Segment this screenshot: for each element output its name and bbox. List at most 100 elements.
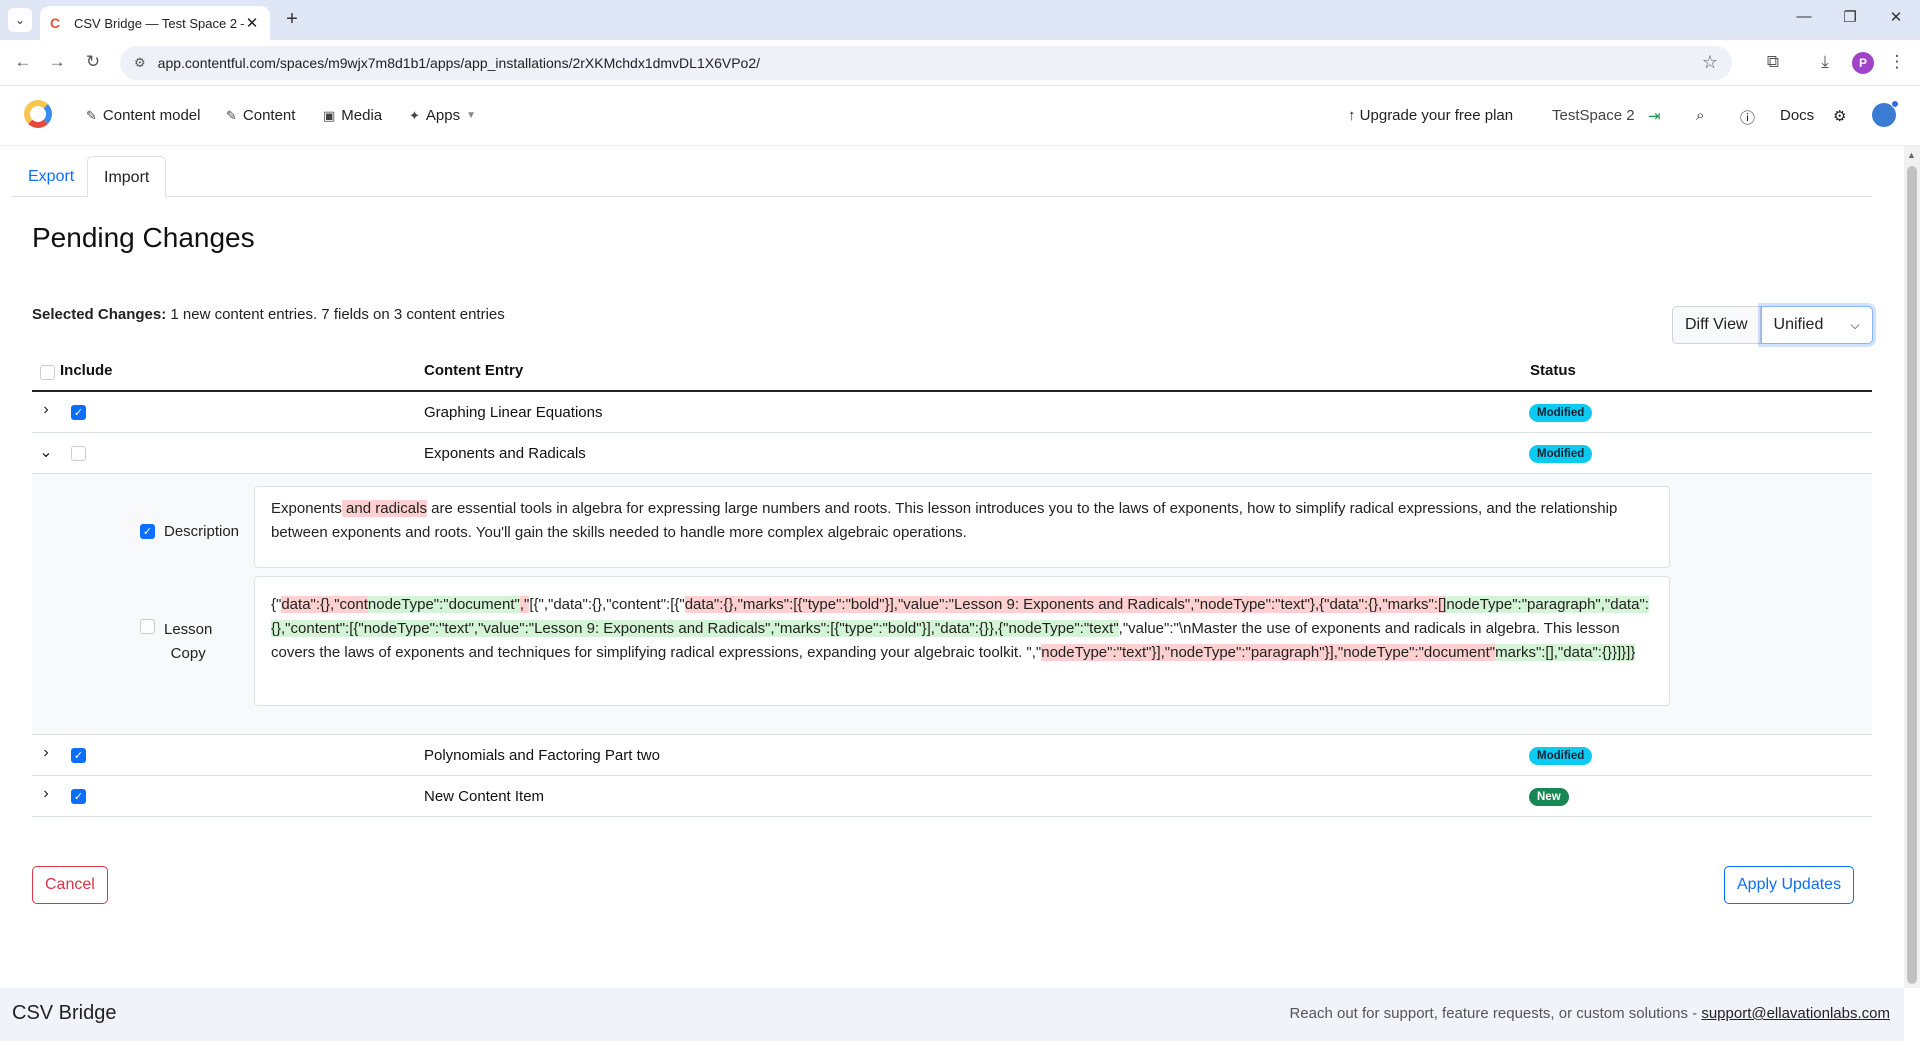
docs-link[interactable]: Docs [1780, 107, 1814, 124]
minimize-icon[interactable]: — [1792, 8, 1816, 25]
lesson-copy-diff: {"data":{},"contnodeType":"document","[{… [254, 576, 1670, 706]
chevron-right-icon[interactable]: › [38, 785, 54, 803]
close-window-icon[interactable]: ✕ [1884, 8, 1908, 26]
diff-unchanged: ","data":{},"content":[{" [538, 596, 685, 613]
scrollbar-thumb[interactable] [1907, 166, 1917, 984]
status-badge: Modified [1529, 747, 1593, 765]
environment-icon[interactable]: ⇥ [1648, 107, 1661, 125]
address-bar-row: ← → ↻ ⚙ app.contentful.com/spaces/m9wjx7… [0, 40, 1920, 86]
footer-brand: CSV Bridge [12, 1002, 117, 1024]
description-field-checkbox[interactable]: ✓ [140, 524, 155, 539]
arrow-up-icon: ↑ [1348, 107, 1356, 124]
space-switcher[interactable]: TestSpace 2 [1552, 107, 1635, 124]
description-diff: Exponents and radicals are essential too… [254, 486, 1670, 568]
chevron-right-icon[interactable]: › [38, 401, 54, 419]
app-header: ✎ Content model ✎ Content ▣ Media ✦ Apps… [0, 86, 1920, 146]
apply-updates-button[interactable]: Apply Updates [1724, 866, 1855, 904]
nav-media[interactable]: ▣ Media [323, 107, 382, 124]
browser-tabstrip: ⌄ C CSV Bridge — Test Space 2 — C ✕ + — … [0, 0, 1920, 40]
table-row[interactable]: › ✓ Graphing Linear Equations Modified [32, 392, 1872, 433]
help-icon[interactable]: ⓘ [1740, 107, 1755, 128]
diff-added: marks":[],"data":{}}]}]} [1495, 644, 1636, 661]
bookmark-star-icon[interactable]: ☆ [1702, 52, 1718, 73]
diff-removed: nodeType":"text"}],"nodeType":"paragraph… [1041, 644, 1496, 661]
upgrade-link[interactable]: ↑ Upgrade your free plan [1348, 107, 1513, 124]
back-icon[interactable]: ← [12, 52, 34, 72]
nav-content-model[interactable]: ✎ Content model [86, 107, 200, 124]
content-entry-title: Graphing Linear Equations [424, 404, 603, 421]
nav-apps[interactable]: ✦ Apps ▼ [409, 107, 476, 124]
tab-export[interactable]: Export [12, 156, 90, 197]
select-all-checkbox[interactable] [40, 365, 55, 380]
chevron-down-icon[interactable]: ⌄ [38, 442, 54, 462]
diff-removed: ," [519, 596, 530, 613]
diff-removed: data":{},"marks":[{"type":"bold"}],"valu… [684, 596, 1438, 613]
browser-menu-icon[interactable]: ⋮ [1886, 52, 1908, 72]
footer: CSV Bridge Reach out for support, featur… [0, 988, 1904, 1041]
status-badge: New [1529, 788, 1569, 806]
chevron-down-icon: ▼ [466, 110, 477, 121]
diff-added: nodeType":"document" [367, 596, 520, 613]
diff-view-select[interactable]: Unified ⌵ [1760, 306, 1873, 344]
nav-content[interactable]: ✎ Content [226, 107, 295, 124]
status-badge: Modified [1529, 445, 1593, 463]
chevron-right-icon[interactable]: › [38, 744, 54, 762]
header-content-entry: Content Entry [424, 362, 524, 379]
puzzle-icon: ✦ [409, 107, 420, 123]
extensions-icon[interactable]: ⧉ [1762, 52, 1784, 72]
scroll-up-icon[interactable]: ▲ [1907, 150, 1916, 160]
description-field-label: Description [164, 523, 240, 540]
diff-view-label: Diff View [1672, 306, 1761, 344]
diff-removed: and radicals [341, 500, 427, 517]
tab-search-chevron-icon[interactable]: ⌄ [8, 8, 32, 32]
new-tab-icon[interactable]: + [280, 8, 304, 32]
footer-support-text: Reach out for support, feature requests,… [1289, 1005, 1890, 1022]
notification-dot [1891, 100, 1899, 108]
include-checkbox[interactable]: ✓ [71, 789, 86, 804]
forward-icon[interactable]: → [46, 52, 68, 72]
content-entry-title: Polynomials and Factoring Part two [424, 747, 660, 764]
lesson-copy-field-label: Lesson Copy [164, 621, 213, 662]
export-import-tabs: Export Import [12, 156, 1872, 198]
header-status: Status [1530, 362, 1576, 379]
include-checkbox[interactable]: ✓ [71, 405, 86, 420]
profile-avatar[interactable]: P [1852, 52, 1874, 74]
pending-changes-table: Include Content Entry Status › ✓ Graphin… [32, 354, 1872, 817]
content-entry-title: Exponents and Radicals [424, 445, 586, 462]
url-input[interactable]: ⚙ app.contentful.com/spaces/m9wjx7m8d1b1… [120, 46, 1732, 80]
pencil-icon: ✎ [86, 107, 97, 123]
diff-unchanged: Exponents [271, 500, 342, 517]
diff-removed: data":{},"cont [281, 596, 368, 613]
chevron-down-icon: ⌵ [1850, 318, 1860, 332]
lesson-copy-field-checkbox[interactable] [140, 619, 155, 634]
browser-tab[interactable]: C CSV Bridge — Test Space 2 — C ✕ [40, 6, 270, 40]
table-row[interactable]: › ✓ New Content Item New [32, 776, 1872, 817]
include-checkbox[interactable]: ✓ [71, 748, 86, 763]
diff-view-control: Diff View Unified ⌵ [1672, 306, 1873, 344]
support-email-link[interactable]: support@ellavationlabs.com [1701, 1005, 1890, 1022]
table-row[interactable]: › ✓ Polynomials and Factoring Part two M… [32, 735, 1872, 776]
restore-icon[interactable]: ❐ [1838, 8, 1862, 26]
table-header: Include Content Entry Status [32, 354, 1872, 392]
page-title: Pending Changes [32, 222, 255, 253]
search-icon[interactable]: ⌕ [1696, 107, 1704, 124]
contentful-favicon-icon: C [50, 15, 61, 31]
tab-import[interactable]: Import [87, 156, 167, 198]
status-badge: Modified [1529, 404, 1593, 422]
settings-gear-icon[interactable]: ⚙ [1833, 107, 1846, 125]
close-tab-icon[interactable]: ✕ [244, 14, 260, 32]
cancel-button[interactable]: Cancel [32, 866, 108, 904]
diff-unchanged: [{ [529, 596, 539, 613]
contentful-logo-icon[interactable] [24, 100, 52, 128]
reload-icon[interactable]: ↻ [82, 52, 104, 72]
browser-tab-title: CSV Bridge — Test Space 2 — C [74, 15, 244, 31]
download-icon[interactable]: ⤓ [1814, 52, 1836, 72]
include-checkbox[interactable] [71, 446, 86, 461]
url-text: app.contentful.com/spaces/m9wjx7m8d1b1/a… [157, 55, 760, 71]
image-icon: ▣ [323, 107, 336, 123]
diff-unchanged: {" [271, 596, 282, 613]
selected-changes-summary: Selected Changes: 1 new content entries.… [32, 306, 505, 323]
table-row[interactable]: ⌄ Exponents and Radicals Modified [32, 433, 1872, 474]
site-info-icon[interactable]: ⚙ [134, 55, 146, 71]
expanded-entry-details: ✓ Description Exponents and radicals are… [32, 474, 1872, 735]
